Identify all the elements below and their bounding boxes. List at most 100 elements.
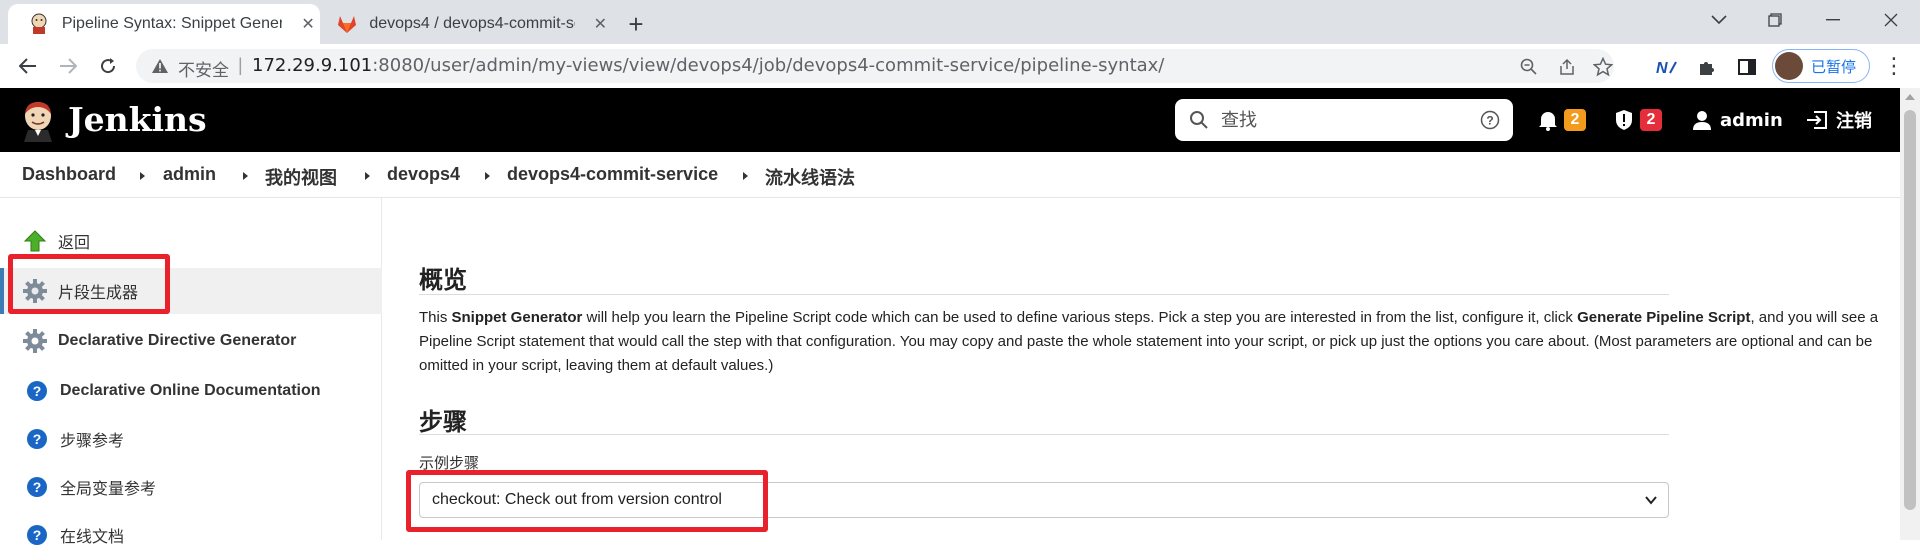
url-host: 172.29.9.101 — [252, 55, 373, 76]
breadcrumb-chevron-icon[interactable] — [365, 172, 370, 180]
sidebar-item-directive-generator[interactable]: Declarative Directive Generator — [0, 318, 382, 364]
scroll-up-icon[interactable] — [1905, 94, 1915, 100]
highlight-box-snippet-generator — [8, 254, 170, 314]
breadcrumb-chevron-icon[interactable] — [140, 172, 145, 180]
bookmark-star-icon[interactable] — [1592, 56, 1614, 78]
breadcrumb-pipeline-syntax[interactable]: 流水线语法 — [765, 164, 855, 190]
breadcrumb-chevron-icon[interactable] — [485, 172, 490, 180]
breadcrumb-my-views[interactable]: 我的视图 — [265, 164, 337, 190]
restore-icon[interactable] — [1752, 0, 1798, 40]
logout-icon — [1807, 111, 1827, 129]
tab-pipeline-syntax[interactable]: Pipeline Syntax: Snippet Gener ✕ — [8, 4, 320, 44]
scrollbar-thumb[interactable] — [1904, 110, 1916, 510]
search-input[interactable] — [1221, 107, 1461, 133]
divider — [419, 434, 1669, 435]
extension-n-icon[interactable]: N — [1654, 54, 1680, 80]
up-arrow-icon — [22, 228, 48, 254]
browser-tab-strip: Pipeline Syntax: Snippet Gener ✕ devops4… — [0, 0, 1920, 44]
address-separator: | — [238, 55, 243, 75]
sidebar-item-label: 全局变量参考 — [60, 481, 157, 498]
forward-icon[interactable] — [52, 50, 84, 82]
jenkins-favicon-icon — [28, 13, 50, 35]
desc-text: This — [419, 309, 452, 326]
search-help-icon[interactable]: ? — [1480, 110, 1500, 130]
steps-heading: 步骤 — [419, 408, 467, 436]
logout-button[interactable]: 注销 — [1806, 106, 1872, 134]
profile-button[interactable]: 已暂停 — [1772, 49, 1870, 83]
breadcrumb-chevron-icon[interactable] — [243, 172, 248, 180]
warning-icon[interactable] — [150, 56, 170, 76]
help-icon: ? — [24, 378, 50, 404]
tab-gitlab[interactable]: devops4 / devops4-commit-se ✕ — [316, 4, 612, 44]
security-status: 不安全 — [178, 61, 229, 81]
new-tab-button[interactable]: + — [620, 8, 652, 40]
search-icon — [1190, 111, 1208, 129]
desc-bold-snippet-generator: Snippet Generator — [451, 309, 583, 326]
sidebar-item-label: 返回 — [58, 235, 91, 252]
help-icon: ? — [24, 522, 50, 548]
user-menu[interactable]: admin — [1692, 106, 1783, 134]
jenkins-header: Jenkins ? 2 2 admin 注销 — [0, 88, 1900, 152]
chevron-down-icon — [1645, 496, 1657, 505]
user-icon — [1693, 111, 1711, 130]
sidebar-item-label: Declarative Online Documentation — [60, 382, 321, 399]
security-button[interactable]: 2 — [1614, 106, 1662, 134]
desc-bold-generate-script: Generate Pipeline Script — [1577, 309, 1751, 326]
sidebar-item-global-variables[interactable]: ? 全局变量参考 — [0, 464, 382, 510]
reload-icon[interactable] — [92, 50, 124, 82]
svg-text:N: N — [1656, 60, 1668, 75]
url-text[interactable]: 172.29.9.101:8080/user/admin/my-views/vi… — [252, 55, 1164, 76]
notifications-badge: 2 — [1564, 109, 1586, 131]
back-icon[interactable] — [12, 50, 44, 82]
minimize-icon[interactable] — [1810, 0, 1856, 40]
shield-icon — [1616, 110, 1632, 130]
side-panel-icon[interactable] — [1734, 54, 1760, 80]
active-indicator — [0, 268, 4, 314]
close-tab-icon[interactable]: ✕ — [589, 12, 612, 36]
more-menu-icon[interactable]: ⋮ — [1880, 52, 1908, 80]
browser-toolbar: 不安全 | 172.29.9.101:8080/user/admin/my-vi… — [0, 44, 1920, 88]
jenkins-title[interactable]: Jenkins — [68, 100, 207, 139]
help-icon: ? — [24, 474, 50, 500]
sidebar-item-label: 步骤参考 — [60, 433, 125, 450]
desc-text: will help you learn the Pipeline Script … — [582, 309, 1578, 326]
overview-heading: 概览 — [419, 266, 467, 294]
sidebar-item-label: Declarative Directive Generator — [58, 332, 297, 349]
page-scrollbar[interactable] — [1900, 88, 1920, 540]
breadcrumb: Dashboard admin 我的视图 devops4 devops4-com… — [0, 152, 1900, 198]
avatar — [1775, 52, 1803, 80]
divider — [419, 294, 1669, 295]
breadcrumb-job[interactable]: devops4-commit-service — [507, 164, 718, 185]
gitlab-favicon-icon — [336, 13, 357, 35]
snippet-description: This Snippet Generator will help you lea… — [419, 306, 1889, 378]
bell-icon — [1539, 112, 1557, 131]
chevron-down-icon[interactable] — [1696, 0, 1742, 40]
sidebar-item-steps-reference[interactable]: ? 步骤参考 — [0, 416, 382, 462]
side-panel: 返回 片段生成器 Declarative Directive Generator… — [0, 198, 382, 546]
breadcrumb-chevron-icon[interactable] — [743, 172, 748, 180]
breadcrumb-dashboard[interactable]: Dashboard — [22, 164, 116, 185]
notifications-button[interactable]: 2 — [1538, 106, 1586, 134]
zoom-icon[interactable] — [1518, 56, 1540, 78]
breadcrumb-devops4[interactable]: devops4 — [387, 164, 460, 185]
logout-label: 注销 — [1836, 111, 1872, 132]
sidebar-item-online-docs[interactable]: ? 在线文档 — [0, 512, 382, 558]
tab-title: Pipeline Syntax: Snippet Gener — [61, 15, 283, 32]
jenkins-logo-icon[interactable] — [20, 100, 56, 142]
breadcrumb-admin[interactable]: admin — [163, 164, 216, 185]
close-window-icon[interactable] — [1868, 0, 1914, 40]
share-icon[interactable] — [1556, 56, 1578, 78]
puzzle-icon[interactable] — [1694, 54, 1720, 80]
help-icon: ? — [24, 426, 50, 452]
sidebar-item-label: 在线文档 — [60, 529, 125, 546]
sidebar-item-online-documentation[interactable]: ? Declarative Online Documentation — [0, 368, 382, 414]
tab-title: devops4 / devops4-commit-se — [369, 15, 575, 32]
svg-text:?: ? — [1486, 114, 1493, 128]
user-name: admin — [1720, 109, 1783, 131]
security-badge: 2 — [1640, 109, 1662, 131]
highlight-box-sample-step — [406, 470, 768, 532]
address-bar[interactable]: 不安全 | 172.29.9.101:8080/user/admin/my-vi… — [136, 49, 1614, 83]
profile-status: 已暂停 — [1811, 57, 1857, 76]
url-path: :8080/user/admin/my-views/view/devops4/j… — [372, 55, 1165, 76]
search-box[interactable]: ? — [1175, 99, 1513, 141]
